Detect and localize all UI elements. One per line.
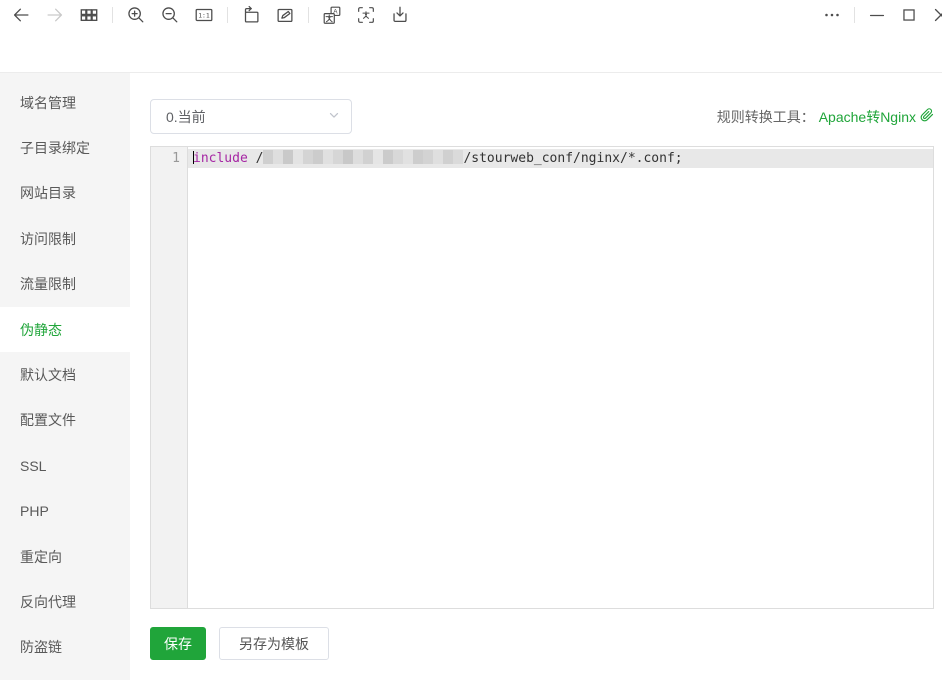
sidebar-item-subdirectory-binding[interactable]: 子目录绑定 [0, 125, 130, 170]
apache-to-nginx-link[interactable]: Apache转Nginx [819, 107, 934, 127]
sidebar-item-domain-management[interactable]: 域名管理 [0, 80, 130, 125]
zoom-in-icon [125, 4, 147, 26]
toolbar-divider [854, 7, 855, 23]
rewrite-version-select[interactable]: 0.当前 [150, 99, 352, 134]
toolbar-divider [227, 7, 228, 23]
editor-gutter: 1 [151, 147, 188, 608]
sidebar-item-label: 配置文件 [20, 410, 76, 430]
more-button[interactable] [820, 3, 844, 27]
edit-button[interactable] [273, 3, 297, 27]
translate-icon: A [321, 4, 343, 26]
edit-icon [274, 4, 296, 26]
sidebar-item-php[interactable]: PHP [0, 489, 130, 534]
editor-actions: 保存 另存为模板 [150, 627, 934, 660]
download-icon [389, 4, 411, 26]
gallery-grid-button[interactable] [77, 3, 101, 27]
rewrite-settings-main: 0.当前 规则转换工具： Apache转Nginx 1 include / /st… [130, 73, 942, 680]
sidebar-item-label: 访问限制 [20, 229, 76, 249]
editor-header-row: 0.当前 规则转换工具： Apache转Nginx [150, 99, 934, 134]
sidebar-item-label: SSL [20, 458, 46, 474]
toolbar-divider [112, 7, 113, 23]
sidebar-item-url-rewrite[interactable]: 伪静态 [0, 307, 130, 352]
line-number: 1 [151, 149, 180, 168]
viewer-toolbar: 1:1 A [0, 0, 942, 30]
sidebar-item-config-file[interactable]: 配置文件 [0, 398, 130, 443]
sidebar-item-site-directory[interactable]: 网站目录 [0, 171, 130, 216]
forward-icon [44, 4, 66, 26]
back-icon [10, 4, 32, 26]
rule-converter-tools: 规则转换工具： Apache转Nginx [717, 107, 934, 127]
sidebar-item-traffic-limit[interactable]: 流量限制 [0, 262, 130, 307]
sidebar-item-label: 伪静态 [20, 320, 62, 340]
sidebar-item-label: 重定向 [20, 547, 62, 567]
close-button[interactable] [929, 3, 942, 27]
code-keyword: include [193, 151, 248, 166]
toolbar-divider [308, 7, 309, 23]
close-icon [930, 4, 942, 26]
sidebar-item-access-restriction[interactable]: 访问限制 [0, 216, 130, 261]
redacted-path [263, 150, 463, 164]
more-icon [821, 4, 843, 26]
sidebar-item-label: 防盗链 [20, 637, 62, 657]
sidebar-item-default-document[interactable]: 默认文档 [0, 352, 130, 397]
select-value: 0.当前 [166, 107, 206, 127]
code-text: / [248, 151, 264, 166]
forward-button[interactable] [43, 3, 67, 27]
sidebar-item-label: 网站目录 [20, 183, 76, 203]
sidebar-item-label: 流量限制 [20, 274, 76, 294]
translate-button[interactable]: A [320, 3, 344, 27]
sidebar-item-label: PHP [20, 503, 49, 519]
actual-size-button[interactable]: 1:1 [192, 3, 216, 27]
minimize-button[interactable] [865, 3, 889, 27]
site-settings-panel: 域名管理 子目录绑定 网站目录 访问限制 流量限制 伪静态 默认文档 配置文件 … [0, 72, 942, 680]
save-as-template-button[interactable]: 另存为模板 [219, 627, 329, 660]
back-button[interactable] [9, 3, 33, 27]
download-button[interactable] [388, 3, 412, 27]
maximize-button[interactable] [897, 3, 921, 27]
rotate-icon [240, 4, 262, 26]
gallery-grid-icon [78, 4, 100, 26]
zoom-in-button[interactable] [124, 3, 148, 27]
sidebar-item-hotlink-protection[interactable]: 防盗链 [0, 625, 130, 670]
settings-sidebar: 域名管理 子目录绑定 网站目录 访问限制 流量限制 伪静态 默认文档 配置文件 … [0, 73, 130, 680]
sidebar-item-ssl[interactable]: SSL [0, 443, 130, 488]
chevron-down-icon [327, 108, 341, 125]
apache-to-nginx-link-label: Apache转Nginx [819, 107, 916, 127]
ocr-text-select-icon [355, 4, 377, 26]
sidebar-item-label: 默认文档 [20, 365, 76, 385]
rewrite-code-editor[interactable]: 1 include / /stourweb_conf/nginx/*.conf; [150, 146, 934, 609]
ocr-text-select-button[interactable] [354, 3, 378, 27]
code-area[interactable]: include / /stourweb_conf/nginx/*.conf; [188, 147, 933, 608]
actual-size-icon: 1:1 [193, 4, 215, 26]
svg-text:1:1: 1:1 [198, 11, 210, 19]
maximize-icon [898, 4, 920, 26]
minimize-icon [866, 4, 888, 26]
sidebar-item-label: 子目录绑定 [20, 138, 90, 158]
paperclip-icon [916, 108, 934, 125]
save-button[interactable]: 保存 [150, 627, 206, 660]
sidebar-item-label: 域名管理 [20, 93, 76, 113]
zoom-out-icon [159, 4, 181, 26]
rotate-button[interactable] [239, 3, 263, 27]
window-controls [816, 3, 942, 27]
sidebar-item-reverse-proxy[interactable]: 反向代理 [0, 579, 130, 624]
code-text: /stourweb_conf/nginx/*.conf; [463, 151, 682, 166]
sidebar-item-redirect[interactable]: 重定向 [0, 534, 130, 579]
rule-converter-label: 规则转换工具： [717, 107, 815, 127]
sidebar-item-label: 反向代理 [20, 592, 76, 612]
zoom-out-button[interactable] [158, 3, 182, 27]
code-line[interactable]: include / /stourweb_conf/nginx/*.conf; [188, 149, 933, 168]
